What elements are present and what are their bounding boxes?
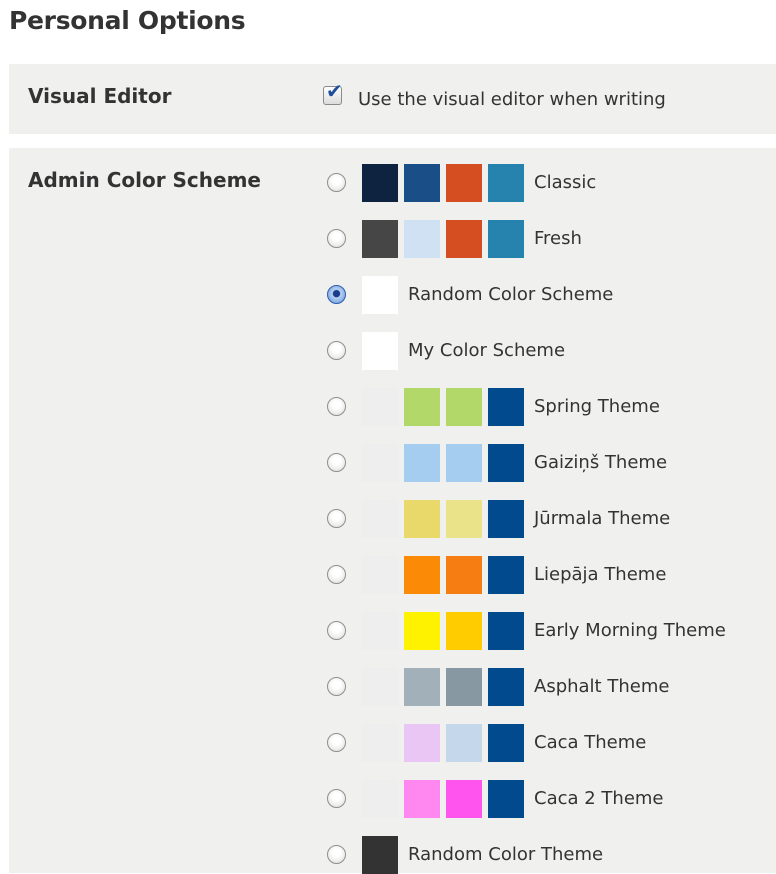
color-scheme-radio[interactable] [327, 285, 346, 304]
color-scheme-radio[interactable] [327, 453, 346, 472]
color-swatch [362, 276, 398, 314]
color-scheme-name[interactable]: Caca Theme [534, 732, 646, 753]
color-swatch [362, 556, 398, 594]
color-scheme-radio[interactable] [327, 621, 346, 640]
color-swatch [404, 780, 440, 818]
color-swatch [362, 780, 398, 818]
color-swatch [404, 556, 440, 594]
color-scheme-option[interactable]: Spring Theme [327, 388, 767, 426]
color-scheme-radio[interactable] [327, 733, 346, 752]
color-scheme-radio[interactable] [327, 789, 346, 808]
color-swatch [488, 388, 524, 426]
color-swatch [446, 612, 482, 650]
color-swatch [404, 220, 440, 258]
color-swatch [446, 556, 482, 594]
color-swatch [446, 500, 482, 538]
color-swatch [362, 500, 398, 538]
color-swatch [488, 668, 524, 706]
color-swatch [446, 388, 482, 426]
color-scheme-name[interactable]: Spring Theme [534, 396, 660, 417]
color-swatch [488, 556, 524, 594]
color-scheme-name[interactable]: Asphalt Theme [534, 676, 669, 697]
page-title: Personal Options [9, 6, 246, 35]
color-swatch [362, 836, 398, 874]
color-scheme-name[interactable]: Caca 2 Theme [534, 788, 664, 809]
color-scheme-name[interactable]: Random Color Theme [408, 844, 603, 865]
color-swatch [488, 612, 524, 650]
color-swatch [362, 612, 398, 650]
color-scheme-name[interactable]: Early Morning Theme [534, 620, 726, 641]
color-scheme-option[interactable]: Caca Theme [327, 724, 767, 762]
color-scheme-option[interactable]: Jūrmala Theme [327, 500, 767, 538]
color-scheme-radio[interactable] [327, 173, 346, 192]
color-scheme-name[interactable]: Liepāja Theme [534, 564, 666, 585]
color-swatch [488, 724, 524, 762]
color-swatch [488, 500, 524, 538]
admin-color-scheme-label: Admin Color Scheme [28, 168, 261, 192]
color-swatch [404, 500, 440, 538]
color-scheme-name[interactable]: Gaiziņš Theme [534, 452, 667, 473]
color-swatch [404, 444, 440, 482]
color-scheme-radio[interactable] [327, 565, 346, 584]
color-scheme-option[interactable]: Early Morning Theme [327, 612, 767, 650]
color-swatch [488, 780, 524, 818]
color-swatch [362, 388, 398, 426]
color-scheme-name[interactable]: Classic [534, 172, 596, 193]
color-scheme-option[interactable]: Gaiziņš Theme [327, 444, 767, 482]
color-swatch [488, 220, 524, 258]
color-swatch [362, 164, 398, 202]
color-scheme-option[interactable]: Fresh [327, 220, 767, 258]
color-scheme-radio[interactable] [327, 397, 346, 416]
color-swatch [446, 164, 482, 202]
color-swatch [446, 220, 482, 258]
color-scheme-option[interactable]: Liepāja Theme [327, 556, 767, 594]
visual-editor-checkbox[interactable]: ✔ [323, 81, 343, 105]
color-scheme-name[interactable]: Fresh [534, 228, 582, 249]
color-scheme-radio[interactable] [327, 677, 346, 696]
color-swatch [446, 780, 482, 818]
visual-editor-checkbox-label[interactable]: Use the visual editor when writing [358, 89, 666, 110]
color-swatch [488, 164, 524, 202]
color-swatch [404, 724, 440, 762]
color-swatch [362, 332, 398, 370]
color-scheme-name[interactable]: My Color Scheme [408, 340, 565, 361]
color-swatch [488, 444, 524, 482]
color-scheme-radio[interactable] [327, 229, 346, 248]
color-scheme-radio[interactable] [327, 845, 346, 864]
color-scheme-radio[interactable] [327, 341, 346, 360]
color-scheme-option[interactable]: Asphalt Theme [327, 668, 767, 706]
admin-color-scheme-row: Admin Color Scheme Classic Fresh Random Co… [9, 148, 776, 874]
color-swatch [404, 668, 440, 706]
checkmark-icon: ✔ [326, 79, 343, 103]
color-scheme-option[interactable]: Caca 2 Theme [327, 780, 767, 818]
color-swatch [362, 724, 398, 762]
color-swatch [362, 444, 398, 482]
visual-editor-row: Visual Editor ✔ Use the visual editor wh… [9, 64, 776, 134]
color-scheme-name[interactable]: Jūrmala Theme [534, 508, 670, 529]
color-scheme-radio[interactable] [327, 509, 346, 528]
color-scheme-option[interactable]: My Color Scheme [327, 332, 767, 370]
color-swatch [362, 220, 398, 258]
visual-editor-label: Visual Editor [28, 84, 172, 108]
color-swatch [446, 668, 482, 706]
color-swatch [446, 444, 482, 482]
color-swatch [404, 388, 440, 426]
color-swatch [446, 724, 482, 762]
color-swatch [404, 164, 440, 202]
color-scheme-option[interactable]: Random Color Scheme [327, 276, 767, 314]
color-swatch [362, 668, 398, 706]
color-scheme-option[interactable]: Classic [327, 164, 767, 202]
color-scheme-name[interactable]: Random Color Scheme [408, 284, 613, 305]
color-swatch [404, 612, 440, 650]
color-scheme-option[interactable]: Random Color Theme [327, 836, 767, 874]
